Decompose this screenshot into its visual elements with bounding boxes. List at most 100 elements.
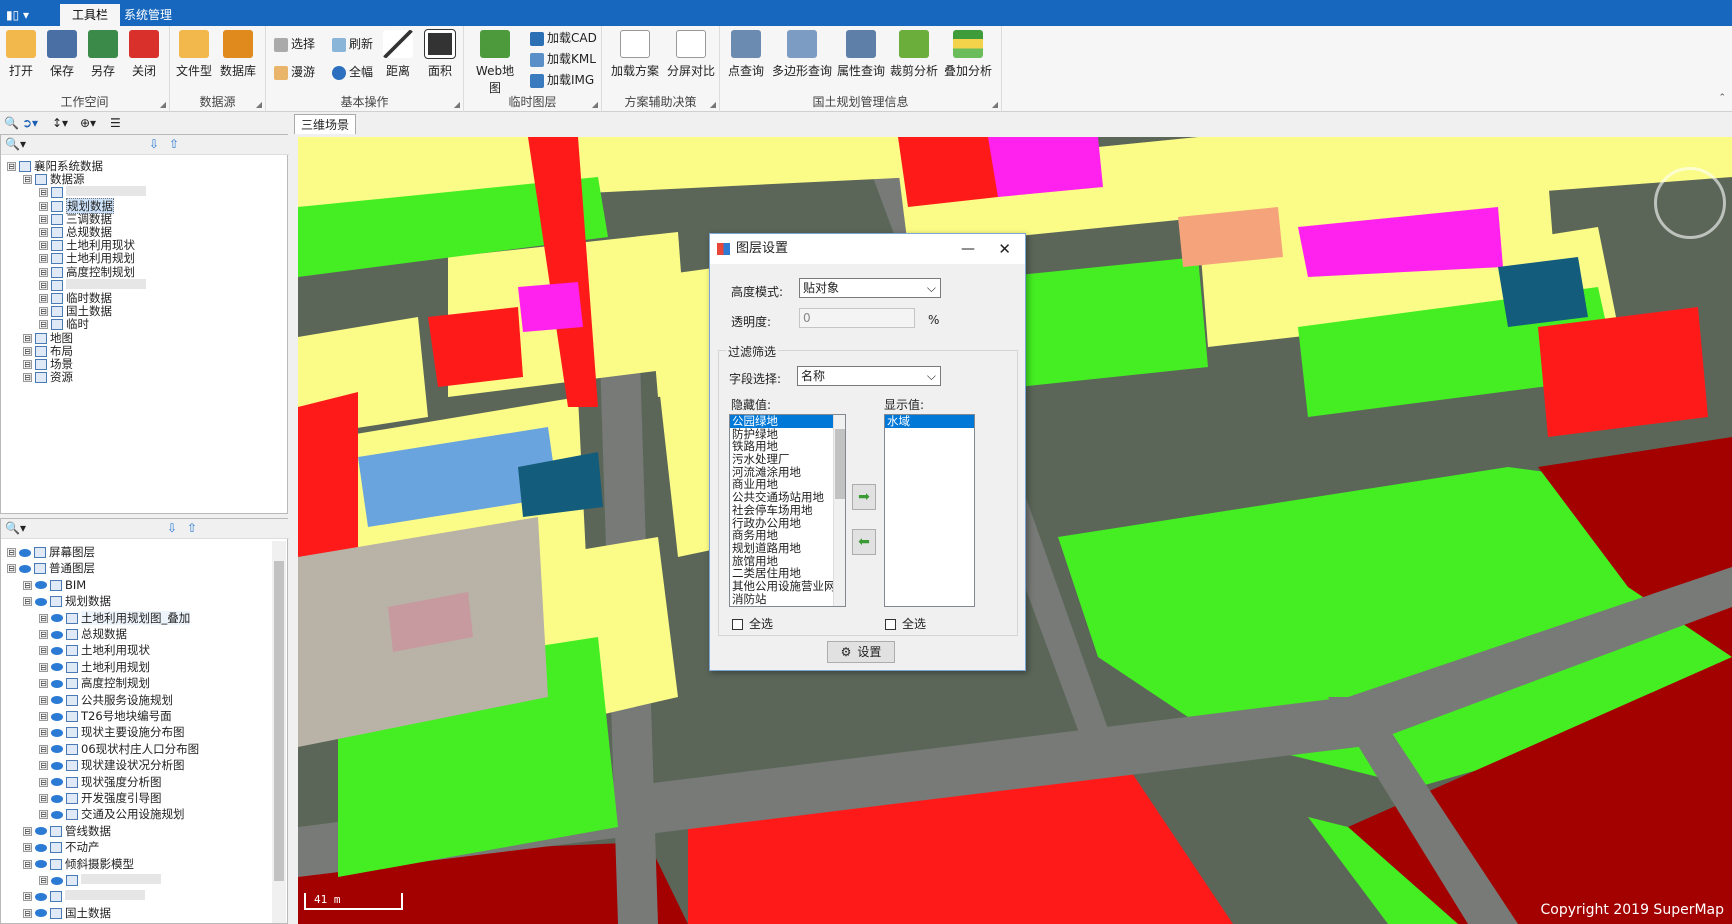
tree-item[interactable]: ⊟ 土地利用规划图_叠加 — [39, 610, 191, 625]
expand-collapse-icon[interactable]: ⊟ — [39, 201, 48, 211]
move-right-button[interactable]: ➡ — [852, 484, 876, 510]
expand-collapse-icon[interactable]: ⊟ — [39, 294, 48, 303]
minimize-icon[interactable]: — — [961, 234, 975, 264]
tree-item[interactable]: ⊟ 三调数据 — [39, 212, 112, 226]
layer-scrollbar[interactable] — [272, 541, 286, 923]
visibility-eye-icon[interactable] — [51, 761, 63, 770]
expand-collapse-icon[interactable]: ⊟ — [39, 662, 48, 672]
list-item[interactable]: 消防站 — [730, 592, 845, 606]
full-extent-button[interactable]: 全幅 — [332, 62, 373, 82]
tree-item[interactable]: ⊟ 布局 — [23, 344, 73, 358]
tree-item[interactable]: ⊟ 国土数据 — [23, 906, 111, 920]
tab-3d-scene[interactable]: 三维场景 — [294, 114, 357, 134]
expand-collapse-icon[interactable]: ⊟ — [23, 580, 32, 590]
visibility-eye-icon[interactable] — [51, 728, 63, 737]
clip-analysis-button[interactable]: 裁剪分析 — [888, 28, 940, 86]
overlay-analysis-button[interactable]: 叠加分析 — [942, 28, 994, 86]
expand-collapse-icon[interactable]: ⊟ — [39, 188, 48, 198]
tree-item[interactable]: ⊟ 总规数据 — [39, 225, 112, 239]
visibility-eye-icon[interactable] — [35, 597, 47, 606]
visibility-eye-icon[interactable] — [35, 909, 47, 918]
tree-item[interactable]: ⊟ 倾斜摄影模型 — [23, 857, 134, 871]
tree-item[interactable]: ⊟ 土地利用现状 — [39, 643, 150, 657]
expand-collapse-icon[interactable]: ⊟ — [39, 267, 48, 277]
expand-collapse-icon[interactable]: ⊟ — [39, 679, 48, 689]
tree-item[interactable]: ⊟ 不动产 — [23, 840, 100, 854]
polygon-query-button[interactable]: 多边形查询 — [770, 28, 834, 86]
visibility-eye-icon[interactable] — [35, 860, 47, 869]
expand-collapse-icon[interactable]: ⊟ — [39, 214, 48, 224]
tree-item[interactable]: ⊟ 06现状村庄人口分布图 — [39, 742, 199, 756]
visibility-eye-icon[interactable] — [19, 564, 31, 573]
expand-icon[interactable]: ◢ — [256, 100, 262, 109]
search-dropdown-icon[interactable]: 🔍▾ — [5, 521, 26, 535]
expand-collapse-icon[interactable]: ⊟ — [39, 241, 48, 251]
visibility-eye-icon[interactable] — [19, 548, 31, 557]
area-button[interactable]: 面积 — [420, 28, 460, 86]
list-item[interactable]: 规划道路用地 — [730, 542, 845, 555]
visibility-eye-icon[interactable] — [51, 876, 63, 885]
expand-collapse-icon[interactable]: ⊟ — [39, 876, 48, 885]
file-datasource-button[interactable]: 文件型 — [174, 28, 214, 86]
tree-item[interactable]: ⊟ 现状建设状况分析图 — [39, 758, 185, 772]
expand-collapse-icon[interactable]: ⊟ — [39, 646, 48, 656]
expand-collapse-icon[interactable]: ⊟ — [39, 744, 48, 754]
save-as-button[interactable]: 另存 — [83, 28, 123, 86]
tree-item[interactable]: ⊟ — [39, 278, 146, 292]
expand-collapse-icon[interactable]: ⊟ — [39, 320, 48, 330]
visibility-eye-icon[interactable] — [51, 663, 63, 672]
tree-item[interactable]: ⊟ 开发强度引导图 — [39, 791, 162, 805]
split-screen-button[interactable]: 分屏对比 — [664, 28, 718, 86]
list-item[interactable]: 其他公用设施营业网 — [730, 580, 845, 593]
close-button[interactable]: 关闭 — [124, 28, 164, 86]
collapse-ribbon-icon[interactable]: ⌃ — [1718, 93, 1726, 103]
open-button[interactable]: 打开 — [1, 28, 41, 86]
expand-collapse-icon[interactable]: ⊟ — [39, 777, 48, 787]
expand-collapse-icon[interactable]: ⊟ — [23, 892, 32, 902]
attribute-query-button[interactable]: 属性查询 — [836, 28, 886, 86]
apply-settings-button[interactable]: ⚙ 设置 — [827, 641, 895, 663]
visibility-eye-icon[interactable] — [51, 614, 63, 623]
expand-collapse-icon[interactable]: ⊟ — [39, 695, 48, 705]
tree-item[interactable]: ⊟ 土地利用规划 — [39, 660, 150, 674]
expand-collapse-icon[interactable]: ⊟ — [23, 859, 32, 869]
navigate-icon[interactable]: ➲▾ — [22, 116, 38, 130]
locate-icon[interactable]: ⊕▾ — [80, 116, 96, 130]
field-select[interactable]: 名称 ⌵ — [797, 366, 941, 386]
visibility-eye-icon[interactable] — [35, 827, 47, 836]
list-item[interactable]: 商务用地 — [730, 529, 845, 542]
expand-collapse-icon[interactable]: ⊟ — [39, 630, 48, 639]
expand-collapse-icon[interactable]: ⊟ — [39, 254, 48, 264]
refresh-button[interactable]: 刷新 — [332, 34, 373, 54]
tree-item[interactable]: ⊟ 公共服务设施规划 — [39, 693, 173, 707]
visibility-eye-icon[interactable] — [51, 745, 63, 754]
expand-collapse-icon[interactable]: ⊟ — [39, 761, 48, 771]
tree-item[interactable]: ⊟ 土地利用现状 — [39, 238, 135, 252]
tree-item[interactable]: ⊟ 高度控制规划 — [39, 265, 135, 279]
list-options-icon[interactable]: ☰ — [110, 116, 121, 130]
select-all-hidden-checkbox[interactable]: 全选 — [732, 615, 773, 632]
tree-item[interactable]: ⊟ BIM — [23, 578, 86, 592]
tree-item[interactable]: ⊟ T26号地块编号面 — [39, 709, 172, 723]
visibility-eye-icon[interactable] — [51, 646, 63, 655]
expand-icon[interactable]: ◢ — [592, 100, 598, 109]
visibility-eye-icon[interactable] — [51, 630, 63, 639]
expand-collapse-icon[interactable]: ⊟ — [39, 810, 48, 820]
hidden-values-list[interactable]: 公园绿地 防护绿地 铁路用地 污水处理厂 河流滩涂用地 商业用地 公共交通场站用地 社会停车场… — [729, 414, 846, 607]
move-left-button[interactable]: ⬅ — [852, 529, 876, 555]
expand-collapse-icon[interactable]: ⊟ — [39, 712, 48, 721]
list-item[interactable]: 社会停车场用地 — [730, 504, 845, 517]
visibility-eye-icon[interactable] — [51, 712, 63, 721]
expand-collapse-icon[interactable]: ⊟ — [7, 564, 16, 574]
hidden-list-scrollbar[interactable] — [833, 415, 845, 606]
visibility-eye-icon[interactable] — [35, 581, 47, 590]
pan-button[interactable]: 漫游 — [274, 62, 315, 82]
tab-system-management[interactable]: 系统管理 — [112, 4, 184, 26]
expand-collapse-icon[interactable]: ⊟ — [39, 307, 48, 317]
height-mode-select[interactable]: 贴对象 ⌵ — [799, 278, 941, 298]
app-menu-button[interactable]: ▮▯ ▾ — [6, 4, 40, 26]
visibility-eye-icon[interactable] — [35, 892, 47, 901]
expand-collapse-icon[interactable]: ⊟ — [23, 826, 32, 836]
expand-collapse-icon[interactable]: ⊟ — [23, 346, 32, 356]
visibility-eye-icon[interactable] — [51, 810, 63, 819]
